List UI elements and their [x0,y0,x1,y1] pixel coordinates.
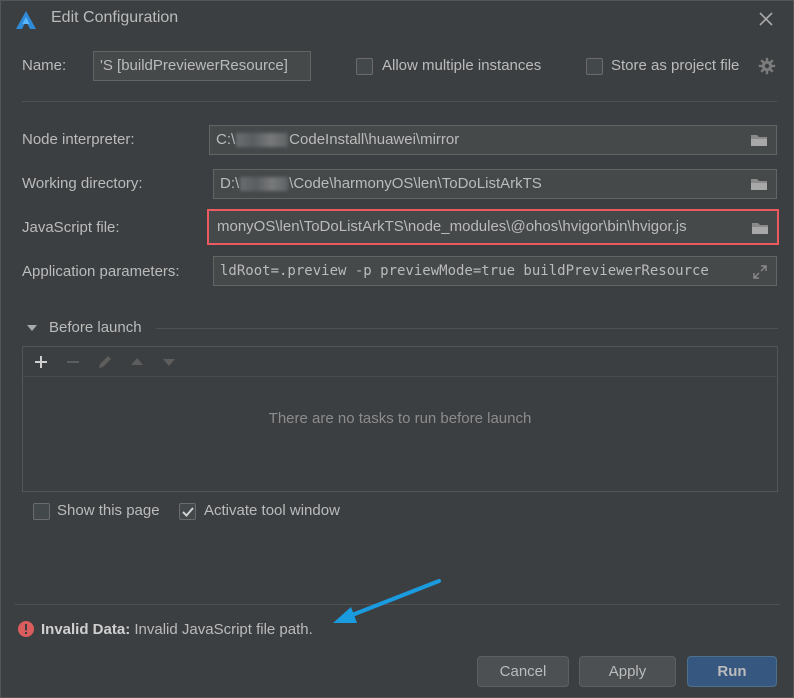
store-as-project-file-label: Store as project file [611,57,740,74]
show-this-page-label: Show this page [57,502,160,519]
folder-icon[interactable] [750,177,768,191]
collapse-arrow-icon[interactable] [26,323,38,333]
name-input[interactable]: 'S [buildPreviewerResource] [93,51,311,81]
validation-message: Invalid Data: Invalid JavaScript file pa… [41,621,313,638]
javascript-file-field[interactable]: monyOS\len\ToDoListArkTS\node_modules\@o… [207,209,779,245]
node-interpreter-field[interactable]: C:\ CodeInstall\huawei\mirror [209,125,777,155]
activate-tool-window-label: Activate tool window [204,502,340,519]
node-interpreter-label: Node interpreter: [22,131,135,148]
activate-tool-window-checkbox[interactable] [179,503,196,520]
allow-multiple-instances-label: Allow multiple instances [382,57,542,74]
separator [22,101,777,102]
before-launch-toolbar [23,347,777,377]
gear-icon[interactable] [758,57,776,75]
add-icon[interactable] [32,353,50,371]
edit-configuration-dialog: Edit Configuration Name: 'S [buildPrevie… [0,0,794,698]
validation-title: Invalid Data: [41,621,131,638]
error-icon [18,621,34,637]
redacted-text [240,177,289,192]
name-label: Name: [22,57,67,74]
application-parameters-field[interactable]: ldRoot=.preview -p previewMode=true buil… [213,256,777,286]
redacted-text [236,133,289,148]
close-icon[interactable] [756,9,776,29]
allow-multiple-instances-checkbox[interactable] [356,58,373,75]
working-directory-field[interactable]: D:\ \Code\harmonyOS\len\ToDoListArkTS [213,169,777,199]
app-logo-icon [16,11,36,29]
folder-icon[interactable] [750,133,768,147]
apply-button[interactable]: Apply [579,656,676,687]
annotation-arrow-icon [333,579,441,623]
before-launch-label: Before launch [49,319,142,336]
folder-icon[interactable] [751,221,769,235]
move-down-icon[interactable] [160,353,178,371]
checkmark-icon [182,507,194,517]
run-button[interactable]: Run [687,656,777,687]
title-bar: Edit Configuration [1,1,794,39]
working-directory-label: Working directory: [22,175,143,192]
store-as-project-file-checkbox[interactable] [586,58,603,75]
show-this-page-checkbox[interactable] [33,503,50,520]
remove-icon[interactable] [64,353,82,371]
edit-icon[interactable] [96,353,114,371]
validation-detail: Invalid JavaScript file path. [134,621,313,638]
move-up-icon[interactable] [128,353,146,371]
dialog-title: Edit Configuration [51,9,179,26]
cancel-button[interactable]: Cancel [477,656,569,687]
empty-tasks-message: There are no tasks to run before launch [268,410,532,427]
application-parameters-label: Application parameters: [22,263,180,280]
separator [156,328,778,329]
expand-icon[interactable] [752,264,768,280]
javascript-file-label: JavaScript file: [22,219,120,236]
before-launch-panel: There are no tasks to run before launch [22,346,778,492]
